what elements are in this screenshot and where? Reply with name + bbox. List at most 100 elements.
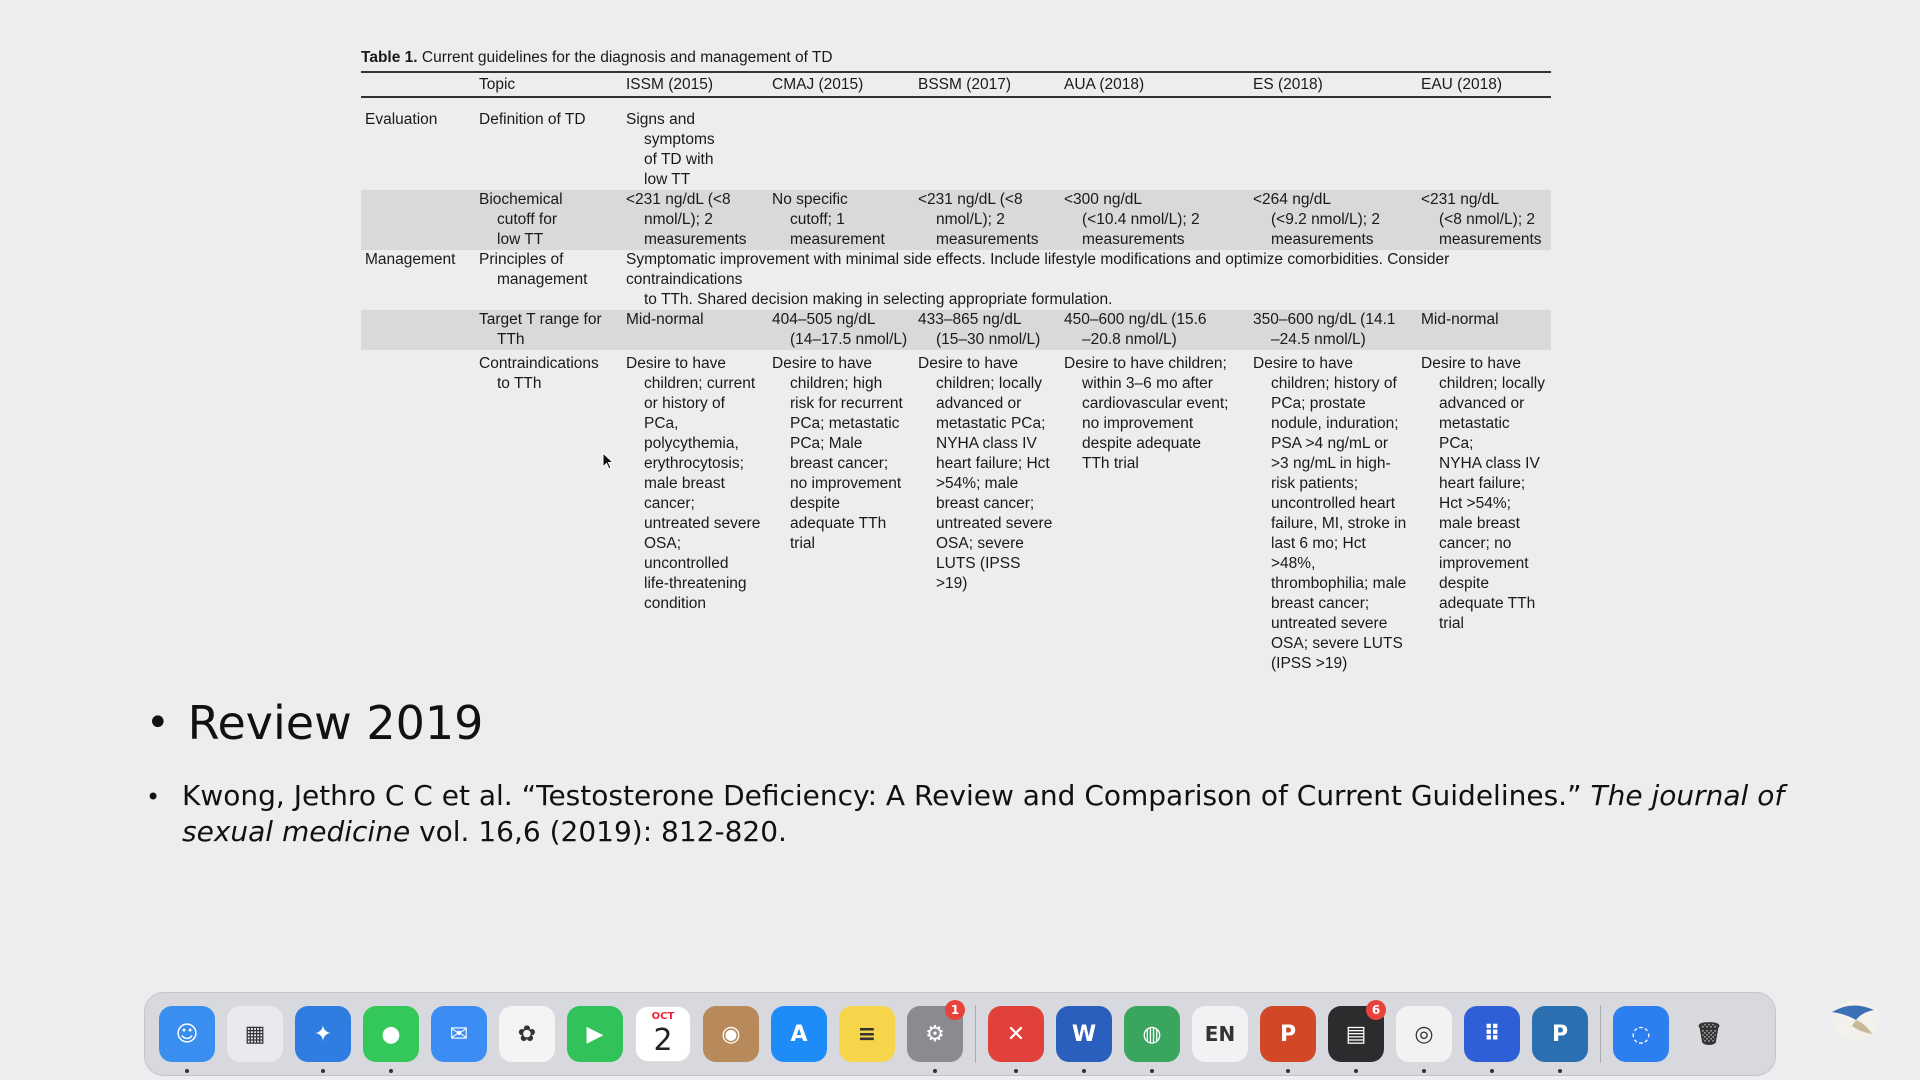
icon-glyph: ✦ xyxy=(313,1021,333,1047)
cell-line: Desire to have xyxy=(626,355,726,372)
table-cell xyxy=(1417,97,1551,190)
dock-item-powerpoint[interactable]: P xyxy=(1254,992,1322,1076)
icon-glyph: ☺ xyxy=(175,1021,199,1047)
table-cell: Desire to have children; current or histor… xyxy=(622,350,768,674)
dock-item-globe-app[interactable]: ◍ xyxy=(1118,992,1186,1076)
dock-item-photos[interactable]: ✿ xyxy=(493,992,561,1076)
dock-item-mail[interactable]: ✉ xyxy=(425,992,493,1076)
cell-line: measurement xyxy=(790,231,885,248)
globe-icon: ◍ xyxy=(1124,1006,1180,1062)
cell-line: >3 ng/mL in high- xyxy=(1271,455,1391,472)
cell-line: cancer; no xyxy=(1439,535,1512,552)
cell-line: management xyxy=(497,271,588,288)
cell-line: or history of xyxy=(644,395,725,412)
dock-item-dialpad[interactable]: ⠿ xyxy=(1458,992,1526,1076)
dock-item-remote-desktop[interactable]: ✕ xyxy=(982,992,1050,1076)
column-header xyxy=(361,71,475,98)
compass-icon: ✦ xyxy=(295,1006,351,1062)
cell-line: breast cancer; xyxy=(1271,595,1370,612)
dock-item-finder[interactable]: ☺ xyxy=(153,992,221,1076)
chat-bubble-icon: ● xyxy=(363,1006,419,1062)
cell-line: low TT xyxy=(644,171,691,188)
table-cell: Mid-normal xyxy=(622,310,768,350)
cell-line: children; high xyxy=(790,375,883,392)
column-header: EAU (2018) xyxy=(1417,71,1551,98)
dock-item-safari[interactable]: ✦ xyxy=(289,992,357,1076)
cell-line: to TTh xyxy=(497,375,542,392)
dock-item-facetime[interactable]: ▶ xyxy=(561,992,629,1076)
cell-line: 404–505 ng/dL xyxy=(772,311,876,328)
dock-item-airdrop[interactable]: ◌ xyxy=(1607,992,1675,1076)
dock-item-trash[interactable]: 🗑 xyxy=(1675,992,1743,1076)
review-heading: Review 2019 xyxy=(187,696,484,750)
cell-line: failure, MI, stroke in xyxy=(1271,515,1407,532)
dock-item-notes[interactable]: ≡ xyxy=(833,992,901,1076)
dock-item-messages[interactable]: ● xyxy=(357,992,425,1076)
cell-line: children; current xyxy=(644,375,756,392)
column-header: ES (2018) xyxy=(1249,71,1417,98)
cell-line: breast cancer; xyxy=(790,455,889,472)
cell-line: TTh trial xyxy=(1082,455,1139,472)
cell-line: trial xyxy=(790,535,815,552)
dock-item-printer-app[interactable]: ▤ 6 xyxy=(1322,992,1390,1076)
table-cell: Desire to have children; history of PCa; p… xyxy=(1249,350,1417,674)
table-cell xyxy=(914,97,1060,190)
table-caption: Table 1. Current guidelines for the diag… xyxy=(361,48,1551,71)
dock-item-launchpad[interactable]: ▦ xyxy=(221,992,289,1076)
table-row: Biochemical cutoff for low TT <231 ng/dL (<… xyxy=(361,190,1551,250)
table-cell: Desire to have children; within 3–6 mo af… xyxy=(1060,350,1249,674)
cell-line: TTh xyxy=(497,331,525,348)
cell-line: heart failure; xyxy=(1439,475,1526,492)
cell-line: measurements xyxy=(1271,231,1374,248)
column-header: CMAJ (2015) xyxy=(768,71,914,98)
cell-line: life-threatening xyxy=(644,575,747,592)
cell-line: Desire to have children; xyxy=(1064,355,1227,372)
cell-line: risk patients; xyxy=(1271,475,1359,492)
icon-glyph: ◎ xyxy=(1414,1021,1434,1047)
table-cell: No specific cutoff; 1 measurement xyxy=(768,190,914,250)
remote-desktop-icon: ✕ xyxy=(988,1006,1044,1062)
cell-line: <300 ng/dL xyxy=(1064,191,1143,208)
guidelines-table: Topic ISSM (2015) CMAJ (2015) BSSM (2017) AU… xyxy=(361,71,1551,674)
dock-item-calendar[interactable]: OCT 2 xyxy=(629,992,697,1076)
cell-line: metastatic PCa; xyxy=(1439,415,1510,452)
guidelines-table-figure: Table 1. Current guidelines for the diag… xyxy=(361,48,1551,674)
icon-glyph: ⚙ xyxy=(925,1021,945,1047)
cell-line: untreated severe xyxy=(936,515,1053,532)
cell-line: symptoms xyxy=(644,131,715,148)
icon-glyph: ✉ xyxy=(449,1021,469,1047)
cell-line: improvement xyxy=(1439,555,1529,572)
notification-badge: 6 xyxy=(1366,1000,1386,1020)
cell-line: risk for recurrent xyxy=(790,395,903,412)
cell-line: Mid-normal xyxy=(1421,311,1499,328)
cell-line: despite xyxy=(1439,575,1489,592)
running-indicator xyxy=(1082,1069,1086,1073)
cell-line: nodule, induration; xyxy=(1271,415,1399,432)
dock-item-power-app[interactable]: P xyxy=(1526,992,1594,1076)
powerpoint-icon: P xyxy=(1260,1006,1316,1062)
dock-item-system-settings[interactable]: ⚙ 1 xyxy=(901,992,969,1076)
mouse-pointer-icon xyxy=(602,452,614,470)
cell-line: Contraindications xyxy=(479,355,599,372)
table-caption-label: Table 1. xyxy=(361,49,418,66)
icon-glyph: ▤ xyxy=(1345,1021,1367,1047)
table-row: Contraindications to TTh Desire to have chi… xyxy=(361,350,1551,674)
icon-glyph: ✿ xyxy=(517,1021,537,1047)
dock-item-word[interactable]: W xyxy=(1050,992,1118,1076)
table-cell: Desire to have children; high risk for rec… xyxy=(768,350,914,674)
cell-line: cutoff; 1 xyxy=(790,211,845,228)
table-row: Target T range for TTh Mid-normal 404–505 n… xyxy=(361,310,1551,350)
cell-line: children; locally xyxy=(1439,375,1545,392)
dock-item-chrome[interactable]: ◎ xyxy=(1390,992,1458,1076)
reference-text: Kwong, Jethro C C et al. “Testosterone D… xyxy=(182,778,1786,850)
cell-line: Desire to have xyxy=(1421,355,1521,372)
cell-line: advanced or xyxy=(936,395,1022,412)
reference-authors-title: Kwong, Jethro C C et al. “Testosterone D… xyxy=(182,779,1591,812)
dock-item-contacts[interactable]: ◉ xyxy=(697,992,765,1076)
dock-item-app-store[interactable]: A xyxy=(765,992,833,1076)
cell-line: male breast xyxy=(1439,515,1520,532)
cell-line: Mid-normal xyxy=(626,311,704,328)
table-body: Evaluation Definition of TD Signs and sympt… xyxy=(361,97,1551,674)
dock-item-input-source[interactable]: EN xyxy=(1186,992,1254,1076)
running-indicator xyxy=(1558,1069,1562,1073)
